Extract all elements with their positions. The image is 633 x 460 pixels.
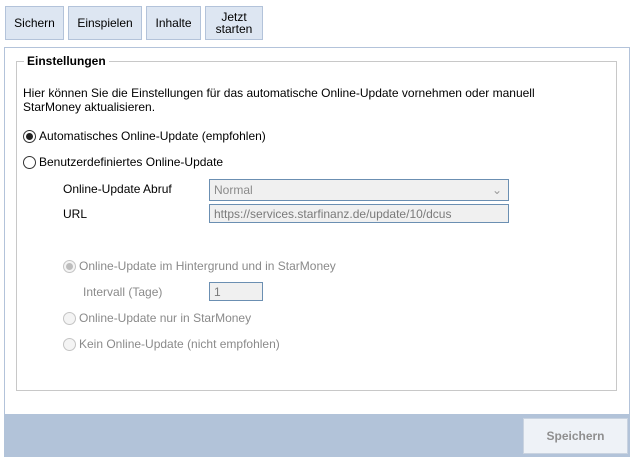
save-button[interactable]: Speichern [523, 418, 628, 454]
settings-description: Hier können Sie die Einstellungen für da… [23, 86, 535, 114]
inhalte-button[interactable]: Inhalte [146, 6, 201, 40]
radio-no-update[interactable]: Kein Online-Update (nicht empfohlen) [63, 337, 280, 351]
radio-no-update-indicator[interactable] [63, 337, 76, 351]
url-field[interactable]: https://services.starfinanz.de/update/10… [209, 204, 509, 223]
url-label: URL [63, 207, 88, 221]
settings-group-title: Einstellungen [24, 54, 109, 68]
settings-panel: Einstellungen Hier können Sie die Einste… [4, 47, 630, 457]
radio-auto-update[interactable]: Automatisches Online-Update (empfohlen) [23, 129, 266, 143]
einspielen-button[interactable]: Einspielen [68, 6, 142, 40]
radio-only-starmoney-indicator[interactable] [63, 311, 76, 325]
footer-bar: Speichern [4, 414, 630, 457]
chevron-down-icon: ⌄ [491, 183, 502, 197]
abruf-select-value: Normal [214, 183, 253, 197]
radio-background-update[interactable]: Online-Update im Hintergrund und in Star… [63, 259, 336, 273]
interval-field[interactable]: 1 [209, 282, 263, 301]
radio-background-label: Online-Update im Hintergrund und in Star… [79, 259, 336, 273]
jetzt-starten-label: Jetzt starten [215, 10, 253, 36]
settings-group: Einstellungen Hier können Sie die Einste… [16, 54, 617, 391]
radio-background-indicator[interactable] [63, 259, 76, 273]
radio-custom-update[interactable]: Benutzerdefiniertes Online-Update [23, 155, 223, 169]
radio-auto-indicator[interactable] [23, 129, 36, 143]
sichern-label: Sichern [14, 16, 55, 30]
radio-custom-indicator[interactable] [23, 155, 36, 169]
radio-custom-label: Benutzerdefiniertes Online-Update [39, 155, 224, 169]
radio-auto-label: Automatisches Online-Update (empfohlen) [39, 129, 266, 143]
abruf-label: Online-Update Abruf [63, 182, 172, 196]
einspielen-label: Einspielen [77, 16, 133, 30]
save-button-label: Speichern [546, 429, 605, 443]
radio-only-starmoney-label: Online-Update nur in StarMoney [79, 311, 252, 325]
jetzt-starten-button[interactable]: Jetzt starten [205, 6, 263, 40]
inhalte-label: Inhalte [155, 16, 192, 30]
interval-label: Intervall (Tage) [83, 285, 163, 299]
radio-only-starmoney[interactable]: Online-Update nur in StarMoney [63, 311, 251, 325]
radio-no-update-label: Kein Online-Update (nicht empfohlen) [79, 337, 280, 351]
sichern-button[interactable]: Sichern [5, 6, 64, 40]
abruf-select[interactable]: Normal ⌄ [209, 179, 509, 201]
